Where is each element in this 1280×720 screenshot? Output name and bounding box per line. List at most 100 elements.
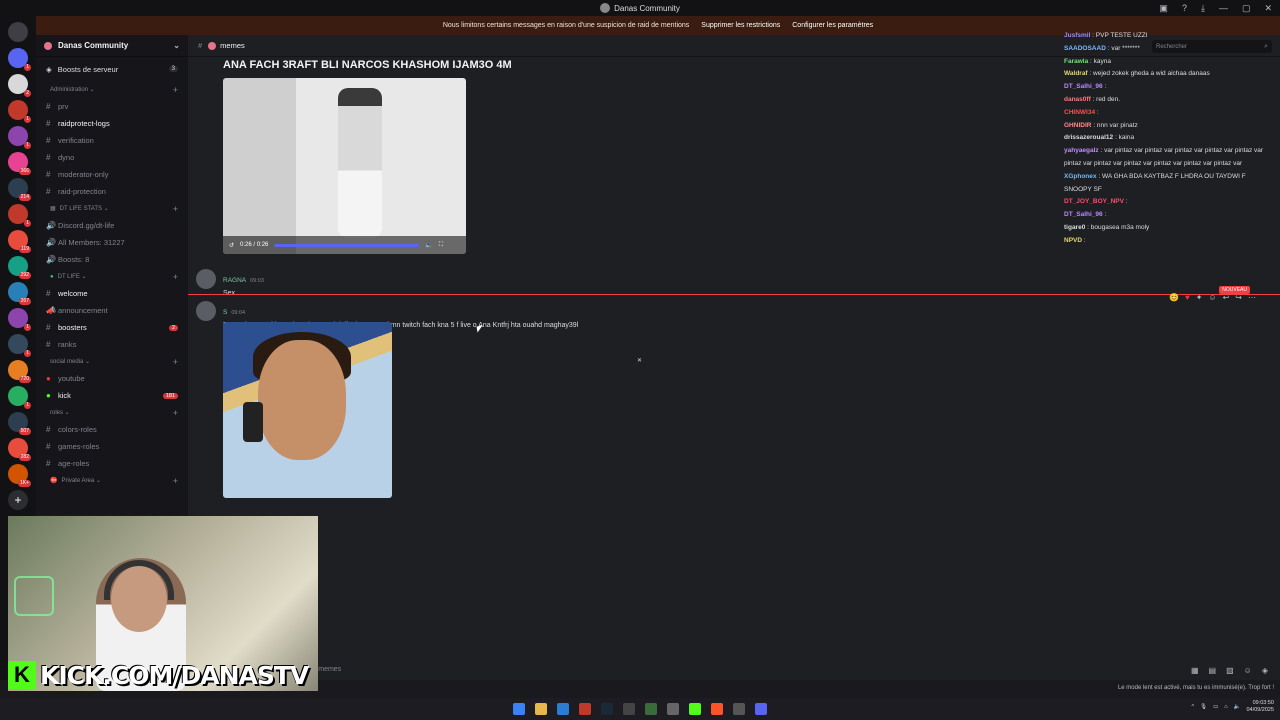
chevron-up-icon[interactable]: ^ [1192,704,1195,710]
server-icon[interactable]: 507 [8,412,31,435]
forward-icon[interactable]: ↪ [1235,293,1242,302]
remove-restrictions-link[interactable]: Supprimer les restrictions [701,22,780,29]
add-server-icon[interactable]: + [8,490,28,510]
server-icon[interactable]: 366 [8,152,31,175]
channel-youtube[interactable]: ● youtube [36,370,188,387]
emoji-icon[interactable]: ☺ [1244,666,1252,675]
network-icon[interactable]: ⌂ [1224,704,1227,710]
category-dt-life[interactable]: ● DT LIFE ⌄ + [36,268,188,285]
battery-icon[interactable]: ▭ [1213,704,1218,710]
start-icon[interactable] [513,703,525,715]
server-boosts[interactable]: ◈ Boosts de serveur 3 [36,57,188,81]
server-icon[interactable]: 282 [8,438,31,461]
volume-icon[interactable]: 🔈 [425,242,432,249]
inbox-icon[interactable]: ▣ [1159,3,1168,14]
channel-all-members[interactable]: 🔊 All Members: 31227 [36,234,188,251]
close-button[interactable]: ✕ [1264,3,1272,14]
video-progress[interactable] [274,243,420,247]
add-channel-icon[interactable]: + [173,408,178,418]
add-channel-icon[interactable]: + [173,204,178,214]
server-icon[interactable]: 2 [8,74,31,97]
outlook-icon[interactable] [557,703,569,715]
server-icon[interactable]: 1 [8,204,31,227]
gif-icon[interactable]: ▤ [1209,666,1217,675]
category-private-area[interactable]: ⛔ Private Area ⌄ + [36,472,188,489]
add-channel-icon[interactable]: + [173,272,178,282]
message-input[interactable]: ● memes [308,660,1272,678]
volume-icon[interactable]: 🔈 [1234,704,1241,710]
channel-boosters[interactable]: # boosters 2 [36,319,188,336]
server-icon[interactable]: 214 [8,178,31,201]
add-channel-icon[interactable]: + [173,476,178,486]
channel-verification[interactable]: # verification [36,132,188,149]
avatar[interactable] [196,269,216,289]
discord-icon[interactable] [755,703,767,715]
clock[interactable]: 09:03:50 04/09/2025 [1246,700,1274,714]
steam-icon[interactable] [601,703,613,715]
configure-settings-link[interactable]: Configurer les paramètres [792,22,873,29]
server-icon[interactable]: 1 [8,334,31,357]
channel-raid-protection[interactable]: # raid-protection [36,183,188,200]
category-social-media[interactable]: social media ⌄ + [36,353,188,370]
maximize-button[interactable]: ▢ [1242,3,1251,14]
channel-kick[interactable]: ● kick 181 [36,387,188,404]
apps-icon[interactable]: ◈ [1262,666,1268,675]
help-icon[interactable]: ? [1182,3,1187,13]
server-icon[interactable]: 267 [8,282,31,305]
channel-dyno[interactable]: # dyno [36,149,188,166]
replay-icon[interactable]: ↺ [229,242,234,249]
video-player[interactable]: ↺ 0:26 / 0:26 🔈 ⛶ [223,78,466,254]
file-explorer-icon[interactable] [535,703,547,715]
category-administration[interactable]: Administration ⌄ + [36,81,188,98]
server-icon[interactable]: 720 [8,360,31,383]
obs-icon[interactable] [579,703,591,715]
channel-colors-roles[interactable]: # colors-roles [36,421,188,438]
gift-icon[interactable]: ▦ [1191,666,1199,675]
server-icon[interactable]: 1 [8,100,31,123]
mic-icon[interactable]: 🎙 [1200,704,1207,710]
capcut-icon[interactable] [623,703,635,715]
server-icon[interactable]: 1 [8,126,31,149]
emoji-react-icon[interactable]: 😊 [1169,293,1179,302]
channel-discord-link[interactable]: 🔊 Discord.gg/dt-life [36,217,188,234]
react-icon[interactable]: ✦ [1196,293,1203,302]
server-icon[interactable]: 119 [8,230,31,253]
download-icon[interactable]: ⤓ [1201,3,1205,14]
server-icon[interactable]: 1 [8,386,31,409]
channel-welcome[interactable]: # welcome [36,285,188,302]
message-author[interactable]: S [223,309,227,316]
channel-games-roles[interactable]: # games-roles [36,438,188,455]
message-image[interactable] [223,322,392,498]
channel-prv[interactable]: # prv [36,98,188,115]
channel-moderator-only[interactable]: # moderator-only [36,166,188,183]
category-roles[interactable]: roles ⌄ + [36,404,188,421]
reply-icon[interactable]: ↩ [1223,293,1230,302]
server-header[interactable]: Danas Community ⌄ [36,35,188,57]
add-channel-icon[interactable]: + [173,357,178,367]
more-icon[interactable]: ⋯ [1248,293,1256,302]
app-icon[interactable] [667,703,679,715]
message-author[interactable]: RAGNA [223,277,246,284]
chatgpt-icon[interactable] [733,703,745,715]
kick-app-icon[interactable] [689,703,701,715]
app-icon[interactable] [645,703,657,715]
channel-boosts-stat[interactable]: 🔊 Boosts: 8 [36,251,188,268]
channel-ranks[interactable]: # ranks [36,336,188,353]
minimize-button[interactable]: — [1219,3,1228,13]
server-icon[interactable]: 1 [8,308,31,331]
add-reaction-icon[interactable]: ☺ [1208,293,1216,302]
add-channel-icon[interactable]: + [173,85,178,95]
server-icon[interactable]: 1K+ [8,464,31,487]
category-dt-life-stats[interactable]: ▦ DT LIFE STATS ⌄ + [36,200,188,217]
channel-age-roles[interactable]: # age-roles [36,455,188,472]
heart-react-icon[interactable]: ♥ [1185,293,1190,302]
avatar[interactable] [196,301,216,321]
fullscreen-icon[interactable]: ⛶ [439,242,443,249]
channel-announcement[interactable]: 📣 announcement [36,302,188,319]
home-icon[interactable] [8,22,28,42]
server-icon[interactable]: 292 [8,256,31,279]
brave-icon[interactable] [711,703,723,715]
channel-raidprotect-logs[interactable]: # raidprotect-logs [36,115,188,132]
sticker-icon[interactable]: ▨ [1226,666,1234,675]
server-icon[interactable]: 1 [8,48,31,71]
